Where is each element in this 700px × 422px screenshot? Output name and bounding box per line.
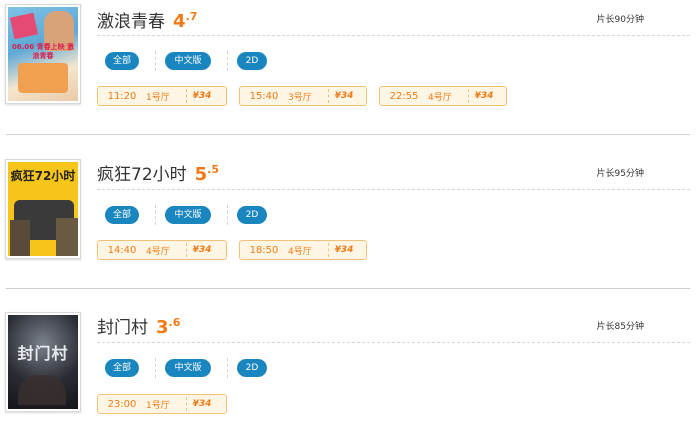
showtime-slot[interactable]: 22:55 4号厅 ¥34 (379, 86, 507, 106)
showtime-slot[interactable]: 11:20 1号厅 ¥34 (97, 86, 227, 106)
rating-decimal: .7 (185, 10, 198, 23)
tag-separator (227, 358, 228, 378)
showtime-list: 11:20 1号厅 ¥34 15:40 3号厅 ¥34 22:55 4号厅 ¥3… (97, 86, 519, 106)
movie-poster-2[interactable]: 疯狂72小时 (5, 159, 81, 259)
movie-rating: 5.5 (195, 163, 219, 185)
showtime-list: 14:40 4号厅 ¥34 18:50 4号厅 ¥34 (97, 240, 379, 260)
movie-divider (6, 288, 690, 289)
version-tags: 全部 中文版 2D (105, 357, 267, 379)
showtime-time: 14:40 (107, 244, 137, 256)
showtime-price: ¥34 (186, 243, 217, 257)
showtime-slot[interactable]: 14:40 4号厅 ¥34 (97, 240, 227, 260)
tag-separator (155, 358, 156, 378)
tag-chinese[interactable]: 中文版 (165, 359, 211, 377)
tag-separator (227, 51, 228, 71)
version-tags: 全部 中文版 2D (105, 50, 267, 72)
tag-separator (227, 205, 228, 225)
showtime-price: ¥34 (186, 397, 217, 411)
poster-text: 封门村 (17, 344, 69, 363)
tag-2d[interactable]: 2D (237, 52, 267, 70)
poster-image: 封门村 (8, 315, 78, 409)
showtime-list: 23:00 1号厅 ¥34 (97, 394, 239, 414)
movie-title-text[interactable]: 封门村 (97, 318, 148, 338)
movie-divider (6, 134, 690, 135)
dashed-divider (97, 342, 690, 343)
showtime-time: 15:40 (249, 90, 279, 102)
showtime-hall: 4号厅 (288, 246, 312, 257)
showtime-hall: 4号厅 (428, 92, 452, 103)
tag-all[interactable]: 全部 (105, 52, 139, 70)
dashed-divider (97, 189, 690, 190)
movie-title-text[interactable]: 疯狂72小时 (97, 165, 187, 185)
tag-2d[interactable]: 2D (237, 359, 267, 377)
tag-2d[interactable]: 2D (237, 206, 267, 224)
showtime-time: 18:50 (249, 244, 279, 256)
showtime-slot[interactable]: 15:40 3号厅 ¥34 (239, 86, 367, 106)
showtime-slot[interactable]: 18:50 4号厅 ¥34 (239, 240, 367, 260)
rating-integer: 5 (194, 164, 208, 185)
poster-text: 疯狂72小时 (10, 169, 76, 183)
dashed-divider (97, 35, 690, 36)
tag-all[interactable]: 全部 (105, 359, 139, 377)
showtime-time: 11:20 (107, 90, 137, 102)
poster-image: 疯狂72小时 (8, 162, 78, 256)
movie-poster-1[interactable]: 06.06 青春上映 激浪青春 (5, 4, 81, 104)
showtime-price: ¥34 (186, 89, 217, 103)
showtime-time: 23:00 (107, 398, 137, 410)
movie-title-text[interactable]: 激浪青春 (97, 12, 165, 32)
tag-chinese[interactable]: 中文版 (165, 52, 211, 70)
showtime-price: ¥34 (328, 243, 359, 257)
movie-rating: 4.7 (173, 10, 197, 32)
movie-poster-3[interactable]: 封门村 (5, 312, 81, 412)
rating-integer: 3 (156, 317, 169, 338)
showtime-time: 22:55 (389, 90, 419, 102)
movie-rating: 3.6 (156, 316, 180, 338)
movie-title[interactable]: 疯狂72小时 5.5 (97, 160, 219, 185)
tag-separator (155, 51, 156, 71)
showtime-price: ¥34 (328, 89, 359, 103)
movie-duration: 片长85分钟 (596, 322, 644, 332)
tag-all[interactable]: 全部 (105, 206, 139, 224)
movie-title[interactable]: 激浪青春 4.7 (97, 7, 197, 32)
rating-decimal: .6 (168, 316, 181, 329)
movie-title[interactable]: 封门村 3.6 (97, 313, 180, 338)
showtime-price: ¥34 (468, 89, 499, 103)
rating-integer: 4 (173, 11, 186, 32)
movie-duration: 片长95分钟 (596, 169, 644, 179)
showtime-hall: 3号厅 (288, 92, 312, 103)
showtime-hall: 4号厅 (146, 246, 170, 257)
showtime-slot[interactable]: 23:00 1号厅 ¥34 (97, 394, 227, 414)
showtime-hall: 1号厅 (146, 400, 170, 411)
movie-duration: 片长90分钟 (596, 15, 644, 25)
tag-chinese[interactable]: 中文版 (165, 206, 211, 224)
version-tags: 全部 中文版 2D (105, 204, 267, 226)
rating-decimal: .5 (207, 163, 220, 176)
poster-text: 06.06 青春上映 激浪青春 (12, 43, 75, 60)
tag-separator (155, 205, 156, 225)
poster-image: 06.06 青春上映 激浪青春 (8, 7, 78, 101)
showtime-hall: 1号厅 (146, 92, 170, 103)
